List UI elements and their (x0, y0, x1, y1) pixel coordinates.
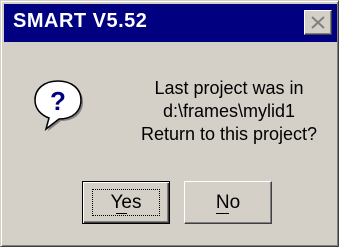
message-line-1: Last project was in (154, 78, 304, 98)
message-line-2: d:\frames\mylid1 (162, 101, 296, 121)
yes-button[interactable]: Yes (82, 181, 170, 224)
title-bar[interactable]: SMART V5.52 (4, 4, 337, 42)
no-button-label: No (215, 192, 241, 213)
question-icon: ? (34, 80, 83, 131)
message-dialog: SMART V5.52 ? Last project was in d:\fra… (0, 0, 339, 247)
no-mnemonic-underline (216, 213, 229, 214)
yes-mnemonic-underline (116, 213, 127, 214)
no-button[interactable]: No (184, 181, 272, 224)
message-line-3: Return to this project? (140, 124, 318, 144)
window-title: SMART V5.52 (13, 10, 148, 32)
message-text: Last project was in d:\frames\mylid1 Ret… (121, 77, 337, 146)
close-button[interactable] (304, 10, 332, 35)
question-glyph: ? (50, 86, 66, 116)
close-icon (311, 16, 325, 29)
yes-button-label: Yes (110, 192, 142, 213)
